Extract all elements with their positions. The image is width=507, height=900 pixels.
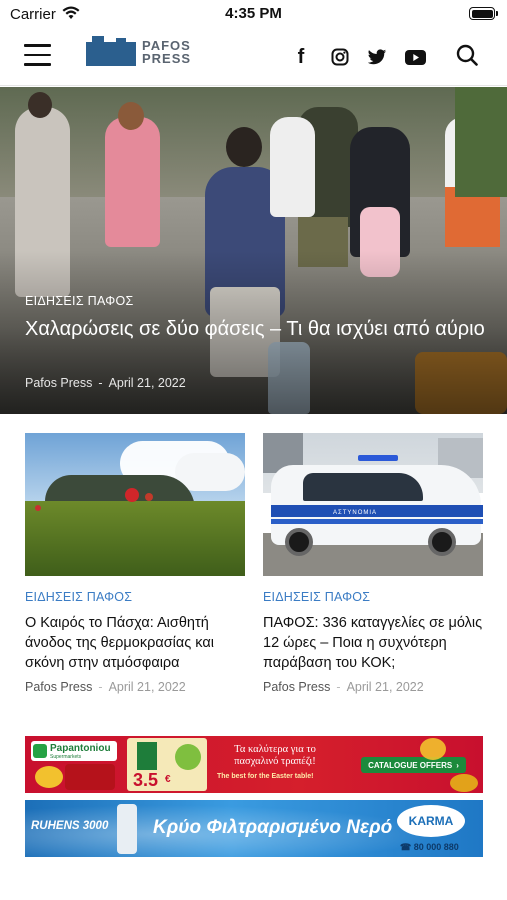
police-car-text: ΑΣΤΥΝΟΜΙΑ (333, 510, 378, 516)
ad-brand-sub: Supermarkets (50, 754, 82, 760)
logo-line-2: PRESS (142, 51, 192, 66)
battery-icon (469, 7, 498, 20)
ad-banner-papantoniou[interactable]: Papantoniou Supermarkets 3.5 € Τα καλύτε… (25, 736, 483, 793)
ad-price-badge: 3.5 (133, 770, 159, 790)
article-date: April 21, 2022 (108, 680, 186, 694)
instagram-icon[interactable] (329, 46, 351, 68)
ad-karma-logo: KARMA (397, 805, 465, 837)
hero-overlay (0, 87, 507, 414)
hero-author[interactable]: Pafos Press (25, 376, 92, 390)
article-image[interactable]: ΑΣΤΥΝΟΜΙΑ (263, 433, 483, 576)
ad-product-name: RUHENS 3000 (31, 820, 109, 832)
ad-headline: Τα καλύτερα για το πασχαλινό τραπέζι! (234, 744, 316, 767)
ad-banner-karma[interactable]: RUHENS 3000 Κρύο Φιλτραρισμένο Νερό KARM… (25, 800, 483, 857)
ad-decoration-box (65, 764, 115, 790)
phone-icon: ☎ (400, 842, 412, 852)
article-card[interactable]: ΑΣΤΥΝΟΜΙΑ ΕΙΔΗΣΕΙΣ ΠΑΦΟΣ ΠΑΦΟΣ: 336 κατα… (263, 433, 483, 694)
meta-separator: - (98, 680, 103, 694)
ad-decoration-ornament (420, 738, 446, 760)
article-category[interactable]: ΕΙΔΗΣΕΙΣ ΠΑΦΟΣ (25, 590, 245, 604)
article-meta: Pafos Press - April 21, 2022 (25, 680, 245, 694)
ad-cta-button[interactable]: CATALOGUE OFFERS › (361, 757, 466, 773)
article-meta: Pafos Press - April 21, 2022 (263, 680, 483, 694)
ad-karma-logo-text: KARMA (408, 814, 454, 828)
app-header: PAFOS PRESS f (0, 28, 507, 86)
ad-phone: ☎ 80 000 880 (400, 842, 459, 853)
article-title[interactable]: Ο Καιρός το Πάσχα: Αισθητή άνοδος της θε… (25, 613, 245, 673)
twitter-icon[interactable] (366, 46, 388, 68)
ad-brand-name: Papantoniou (50, 743, 111, 754)
ad-decoration-egg (35, 766, 63, 788)
ad-headline: Κρύο Φιλτραρισμένο Νερό (153, 817, 393, 838)
chevron-right-icon: › (456, 760, 459, 770)
featured-article[interactable]: ΕΙΔΗΣΕΙΣ ΠΑΦΟΣ Χαλαρώσεις σε δύο φάσεις … (0, 87, 507, 414)
article-image[interactable] (25, 433, 245, 576)
site-logo[interactable]: PAFOS PRESS (86, 36, 204, 76)
ad-brand-mark (33, 744, 47, 758)
hero-date: April 21, 2022 (108, 376, 186, 390)
ad-price-unit: € (165, 774, 171, 785)
status-time: 4:35 PM (225, 5, 282, 22)
logo-mark (86, 36, 136, 66)
youtube-icon[interactable] (403, 46, 427, 68)
ad-subline: The best for the Easter table! (217, 773, 314, 780)
ad-product-badge (175, 744, 201, 770)
hero-meta: Pafos Press - April 21, 2022 (25, 376, 186, 390)
status-bar: Carrier 4:35 PM (0, 0, 507, 28)
article-card[interactable]: ΕΙΔΗΣΕΙΣ ΠΑΦΟΣ Ο Καιρός το Πάσχα: Αισθητ… (25, 433, 245, 694)
ad-decoration-ornament (450, 774, 478, 792)
facebook-icon[interactable]: f (290, 46, 312, 68)
meta-separator: - (336, 680, 341, 694)
logo-text: PAFOS PRESS (142, 39, 191, 65)
hero-category[interactable]: ΕΙΔΗΣΕΙΣ ΠΑΦΟΣ (25, 294, 134, 308)
hero-title[interactable]: Χαλαρώσεις σε δύο φάσεις – Τι θα ισχύει … (25, 316, 485, 343)
article-category[interactable]: ΕΙΔΗΣΕΙΣ ΠΑΦΟΣ (263, 590, 483, 604)
search-icon[interactable] (455, 44, 479, 66)
article-author[interactable]: Pafos Press (263, 680, 330, 694)
meta-separator: - (98, 376, 103, 390)
ad-cta-label: CATALOGUE OFFERS (368, 760, 453, 770)
article-title[interactable]: ΠΑΦΟΣ: 336 καταγγελίες σε μόλις 12 ώρες … (263, 613, 483, 673)
menu-icon[interactable] (24, 44, 52, 68)
ad-phone-number: 80 000 880 (413, 842, 459, 852)
article-author[interactable]: Pafos Press (25, 680, 92, 694)
ad-product-image (117, 804, 137, 854)
ad-product-image (137, 742, 157, 770)
article-date: April 21, 2022 (346, 680, 424, 694)
